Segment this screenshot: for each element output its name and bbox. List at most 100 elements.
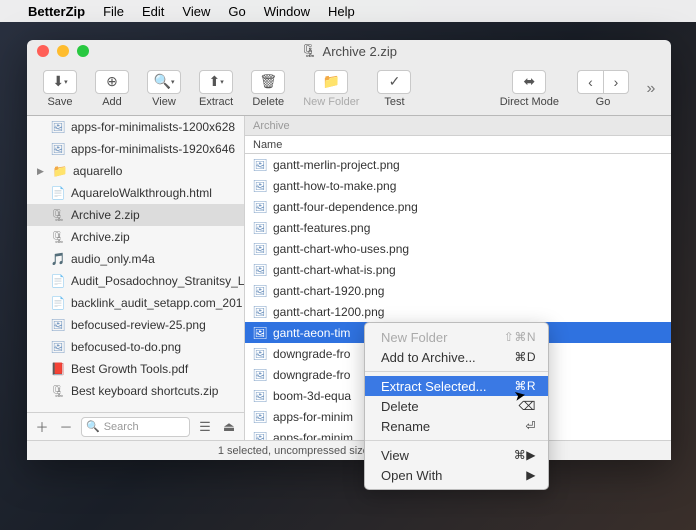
- image-icon: 🖼: [253, 410, 267, 424]
- file-menu[interactable]: File: [103, 4, 124, 19]
- zip-icon: 🗜: [301, 43, 318, 59]
- file-name-label: downgrade-fro: [273, 347, 350, 361]
- image-icon: 🖼: [253, 368, 267, 382]
- sidebar-item-label: Archive 2.zip: [71, 208, 140, 222]
- search-icon: 🔍: [86, 420, 100, 433]
- ctx-open-with[interactable]: Open With▶: [365, 465, 548, 485]
- file-name-label: boom-3d-equa: [273, 389, 351, 403]
- sidebar-item[interactable]: 🎵audio_only.m4a: [27, 248, 244, 270]
- file-row[interactable]: 🖼gantt-chart-1920.png: [245, 280, 671, 301]
- file-row[interactable]: 🖼 gantt-how-to-make.png: [245, 175, 671, 196]
- file-name-label: apps-for-minim: [273, 431, 353, 441]
- disclosure-triangle-icon[interactable]: ▶: [37, 166, 47, 177]
- zip-icon: 🗜: [51, 384, 65, 398]
- window-menu[interactable]: Window: [264, 4, 310, 19]
- sidebar-item[interactable]: 🖼befocused-review-25.png: [27, 314, 244, 336]
- sidebar-item[interactable]: 🖼apps-for-minimalists-1200x628: [27, 116, 244, 138]
- sidebar-item[interactable]: 🗜 Archive 2.zip: [27, 204, 244, 226]
- sidebar-item-label: Best Growth Tools.pdf: [71, 362, 188, 376]
- menubar: BetterZip File Edit View Go Window Help: [0, 0, 696, 22]
- img-icon: 🖼: [51, 142, 65, 156]
- column-header-name[interactable]: Name: [245, 136, 671, 154]
- list-options-icon[interactable]: ☰: [196, 419, 214, 435]
- search-input[interactable]: 🔍Search: [81, 417, 190, 437]
- add-item-button[interactable]: ＋: [33, 417, 51, 436]
- pdf-icon: 📕: [51, 362, 65, 376]
- go-button-group: ‹ › Go: [569, 68, 637, 110]
- sidebar-item[interactable]: 🗜 Archive.zip: [27, 226, 244, 248]
- image-icon: 🖼: [253, 431, 267, 441]
- window-title: Archive 2.zip: [323, 44, 397, 59]
- remove-item-button[interactable]: －: [57, 417, 75, 436]
- sidebar-item-label: backlink_audit_setapp.com_201: [71, 296, 242, 310]
- file-row[interactable]: 🖼gantt-chart-what-is.png: [245, 259, 671, 280]
- file-name-label: gantt-chart-what-is.png: [273, 263, 396, 277]
- ctx-newfolder[interactable]: New Folder⇧⌘N: [365, 327, 548, 347]
- sidebar-item-label: apps-for-minimalists-1920x646: [71, 142, 235, 156]
- zip-icon: 🗜: [51, 230, 65, 244]
- edit-menu[interactable]: Edit: [142, 4, 164, 19]
- ctx-view[interactable]: View⌘▶: [365, 445, 548, 465]
- sidebar-item[interactable]: 🗜 Best keyboard shortcuts.zip: [27, 380, 244, 402]
- context-menu: New Folder⇧⌘N Add to Archive...⌘D Extrac…: [364, 322, 549, 490]
- file-row[interactable]: 🖼gantt-features.png: [245, 217, 671, 238]
- sidebar-item[interactable]: 📄backlink_audit_setapp.com_201: [27, 292, 244, 314]
- sidebar-item-label: Archive.zip: [71, 230, 130, 244]
- newfolder-button[interactable]: 📁New Folder: [295, 68, 367, 110]
- ctx-add-to-archive[interactable]: Add to Archive...⌘D: [365, 347, 548, 367]
- sidebar-item-label: Best keyboard shortcuts.zip: [71, 384, 218, 398]
- sidebar-item[interactable]: ▶📁aquarello: [27, 160, 244, 182]
- image-icon: 🖼: [253, 200, 267, 214]
- sidebar-item[interactable]: 📄AquareloWalkthrough.html: [27, 182, 244, 204]
- go-forward-button[interactable]: ›: [603, 70, 629, 94]
- file-row[interactable]: 🖼gantt-chart-1200.png: [245, 301, 671, 322]
- path-bar[interactable]: Archive: [245, 116, 671, 136]
- image-icon: 🖼: [253, 179, 267, 193]
- close-button[interactable]: [37, 45, 49, 57]
- html-icon: 📄: [51, 186, 65, 200]
- file-name-label: gantt-how-to-make.png: [273, 179, 396, 193]
- ctx-extract-selected[interactable]: Extract Selected...⌘R: [365, 376, 548, 396]
- file-name-label: gantt-chart-1920.png: [273, 284, 384, 298]
- file-name-label: apps-for-minim: [273, 410, 353, 424]
- eject-icon[interactable]: ⏏: [220, 419, 238, 435]
- app-menu[interactable]: BetterZip: [28, 4, 85, 19]
- sidebar-item-label: apps-for-minimalists-1200x628: [71, 120, 235, 134]
- ctx-delete[interactable]: Delete⌫: [365, 396, 548, 416]
- toolbar: ⬇▾Save ⊕Add 🔍▾View ⬆▾Extract 🗑Delete 📁Ne…: [27, 62, 671, 116]
- toolbar-overflow[interactable]: »: [639, 77, 663, 101]
- extract-button[interactable]: ⬆▾Extract: [191, 68, 241, 110]
- status-bar: 1 selected, uncompressed size: 83 KB (in…: [27, 440, 671, 460]
- fld-icon: 📁: [53, 164, 67, 178]
- sidebar-item[interactable]: 🖼 apps-for-minimalists-1920x646: [27, 138, 244, 160]
- help-menu[interactable]: Help: [328, 4, 355, 19]
- go-back-button[interactable]: ‹: [577, 70, 603, 94]
- file-row[interactable]: 🖼gantt-chart-who-uses.png: [245, 238, 671, 259]
- test-button[interactable]: ✓Test: [369, 68, 419, 110]
- sidebar-item[interactable]: 🖼befocused-to-do.png: [27, 336, 244, 358]
- zip-icon: 🗜: [51, 208, 65, 222]
- image-icon: 🖼: [253, 158, 267, 172]
- file-row[interactable]: 🖼gantt-four-dependence.png: [245, 196, 671, 217]
- ctx-rename[interactable]: Rename⏎: [365, 416, 548, 436]
- zoom-button[interactable]: [77, 45, 89, 57]
- doc-icon: 📄: [51, 274, 65, 288]
- titlebar[interactable]: 🗜 Archive 2.zip: [27, 40, 671, 62]
- file-row[interactable]: 🖼gantt-merlin-project.png: [245, 154, 671, 175]
- file-name-label: downgrade-fro: [273, 368, 350, 382]
- image-icon: 🖼: [253, 389, 267, 403]
- aud-icon: 🎵: [51, 252, 65, 266]
- minimize-button[interactable]: [57, 45, 69, 57]
- sidebar-item[interactable]: 📄Audit_Posadochnoy_Stranitsy_L: [27, 270, 244, 292]
- save-button[interactable]: ⬇▾Save: [35, 68, 85, 110]
- sidebar-item-label: befocused-review-25.png: [71, 318, 206, 332]
- go-menu[interactable]: Go: [228, 4, 245, 19]
- directmode-button[interactable]: ⬌Direct Mode: [492, 68, 567, 110]
- file-name-label: gantt-aeon-tim: [273, 326, 350, 340]
- view-menu[interactable]: View: [182, 4, 210, 19]
- delete-button[interactable]: 🗑Delete: [243, 68, 293, 110]
- sidebar-filelist[interactable]: 🖼apps-for-minimalists-1200x628🖼apps-for-…: [27, 116, 244, 412]
- sidebar-item[interactable]: 📕 Best Growth Tools.pdf: [27, 358, 244, 380]
- view-button[interactable]: 🔍▾View: [139, 68, 189, 110]
- add-button[interactable]: ⊕Add: [87, 68, 137, 110]
